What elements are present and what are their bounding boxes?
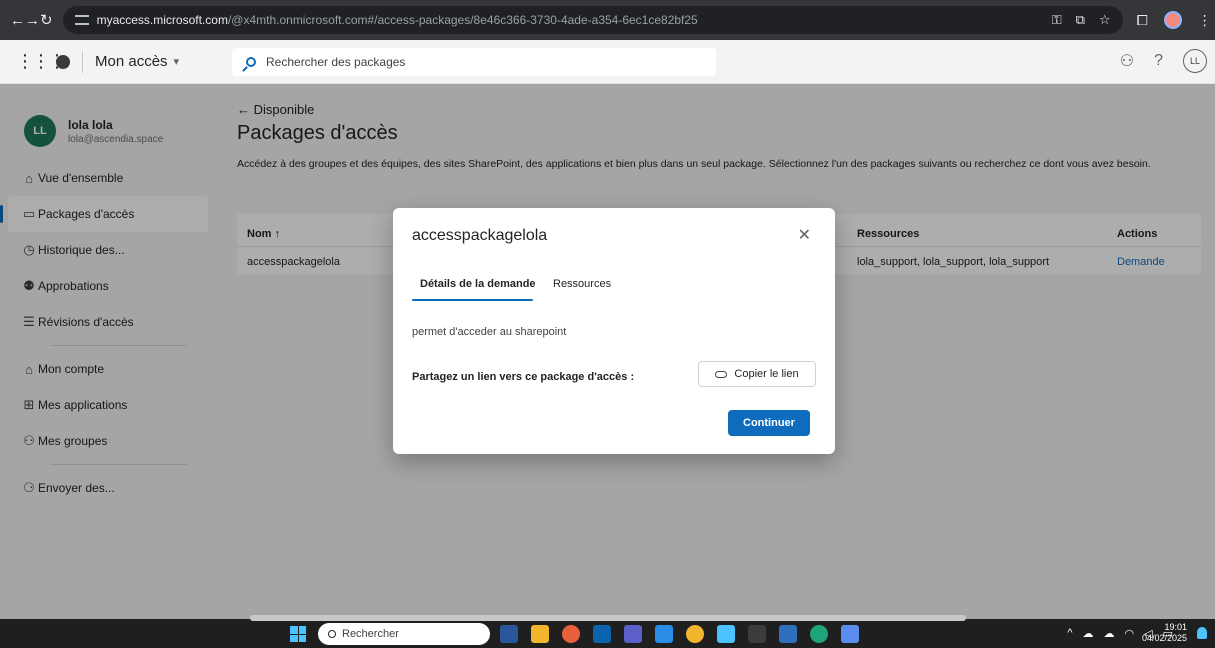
key-icon[interactable]: ⚿ xyxy=(1052,12,1062,28)
chrome-icon[interactable] xyxy=(562,625,580,643)
app-launcher-icon[interactable]: ⋮⋮⋮ xyxy=(16,51,66,72)
taskbar: Rechercher ^ ☁ ☁ ◠ ◁ ▭ 19:01 04/02/2025 xyxy=(0,615,1215,648)
extensions-icon[interactable]: ⧠ xyxy=(1137,12,1148,29)
app-icon[interactable] xyxy=(841,625,859,643)
file-explorer-icon[interactable] xyxy=(531,625,549,643)
chevron-up-icon[interactable]: ^ xyxy=(1067,627,1072,640)
vscode-icon[interactable] xyxy=(655,625,673,643)
onedrive-icon[interactable]: ☁ xyxy=(1104,627,1115,640)
outlook-icon[interactable] xyxy=(593,625,611,643)
onedrive-icon[interactable]: ☁ xyxy=(1083,627,1094,640)
clock-date: 04/02/2025 xyxy=(1141,633,1187,643)
notification-bell-icon[interactable] xyxy=(1197,627,1207,639)
app-title[interactable]: Mon accès xyxy=(95,53,168,70)
tab-request-details[interactable]: Détails de la demande xyxy=(420,278,536,290)
access-package-dialog: accesspackagelola ✕ Détails de la demand… xyxy=(393,208,835,454)
profile-icon[interactable] xyxy=(1163,11,1182,29)
app-header: ⋮⋮⋮ Mon accès ▾ Rechercher des packages … xyxy=(0,40,1215,84)
taskbar-search-placeholder: Rechercher xyxy=(342,628,399,640)
windows-start-icon[interactable] xyxy=(290,626,306,642)
search-icon xyxy=(246,57,256,67)
address-bar[interactable]: myaccess.microsoft.com/@x4mth.onmicrosof… xyxy=(62,6,1123,34)
avatar[interactable]: LL xyxy=(1183,49,1207,73)
brand-logo-icon xyxy=(56,54,70,69)
powershell-icon[interactable] xyxy=(779,625,797,643)
dialog-title: accesspackagelola xyxy=(412,227,548,244)
forward-arrow-icon[interactable]: → xyxy=(25,12,40,29)
continue-button[interactable]: Continuer xyxy=(728,410,810,436)
back-arrow-icon[interactable]: ← xyxy=(10,12,25,29)
package-description: permet d'acceder au sharepoint xyxy=(412,326,567,338)
scrollbar-handle[interactable] xyxy=(250,615,966,621)
url-host: myaccess.microsoft.com xyxy=(96,13,228,27)
tab-underline xyxy=(412,299,533,301)
search-placeholder: Rechercher des packages xyxy=(266,55,406,69)
package-search-input[interactable]: Rechercher des packages xyxy=(232,48,716,76)
reload-icon[interactable]: ↻ xyxy=(40,11,53,29)
translate-icon[interactable]: ⧉ xyxy=(1076,12,1085,28)
browser-toolbar: ← → ↻ myaccess.microsoft.com/@x4mth.onmi… xyxy=(0,0,1215,40)
star-icon[interactable]: ☆ xyxy=(1099,12,1111,28)
org-icon[interactable]: ⚇ xyxy=(1120,51,1134,71)
tab-resources[interactable]: Ressources xyxy=(553,278,611,290)
wifi-icon[interactable]: ◠ xyxy=(1125,627,1135,640)
terminal-icon[interactable] xyxy=(748,625,766,643)
share-link-label: Partagez un lien vers ce package d'accès… xyxy=(412,371,635,383)
notepad-icon[interactable] xyxy=(717,625,735,643)
edge-icon[interactable] xyxy=(810,625,828,643)
teams-icon[interactable] xyxy=(624,625,642,643)
search-icon xyxy=(328,630,336,638)
chevron-down-icon[interactable]: ▾ xyxy=(174,55,180,68)
word-icon[interactable] xyxy=(500,625,518,643)
header-divider xyxy=(82,50,83,73)
clock-time: 19:01 xyxy=(1164,622,1187,632)
copy-link-label: Copier le lien xyxy=(734,368,799,380)
taskbar-search-input[interactable]: Rechercher xyxy=(318,623,490,645)
taskbar-apps xyxy=(500,625,859,643)
link-icon xyxy=(715,370,728,378)
clock[interactable]: 19:01 04/02/2025 xyxy=(1142,622,1187,644)
site-info-icon[interactable] xyxy=(74,15,89,25)
copy-link-button[interactable]: Copier le lien xyxy=(698,361,816,387)
close-icon[interactable]: ✕ xyxy=(798,225,811,245)
help-icon[interactable]: ? xyxy=(1154,52,1163,70)
chrome-icon[interactable] xyxy=(686,625,704,643)
url-path: /@x4mth.onmicrosoft.com#/access-packages… xyxy=(227,13,698,27)
menu-dots-icon[interactable]: ⋮ xyxy=(1198,12,1212,29)
